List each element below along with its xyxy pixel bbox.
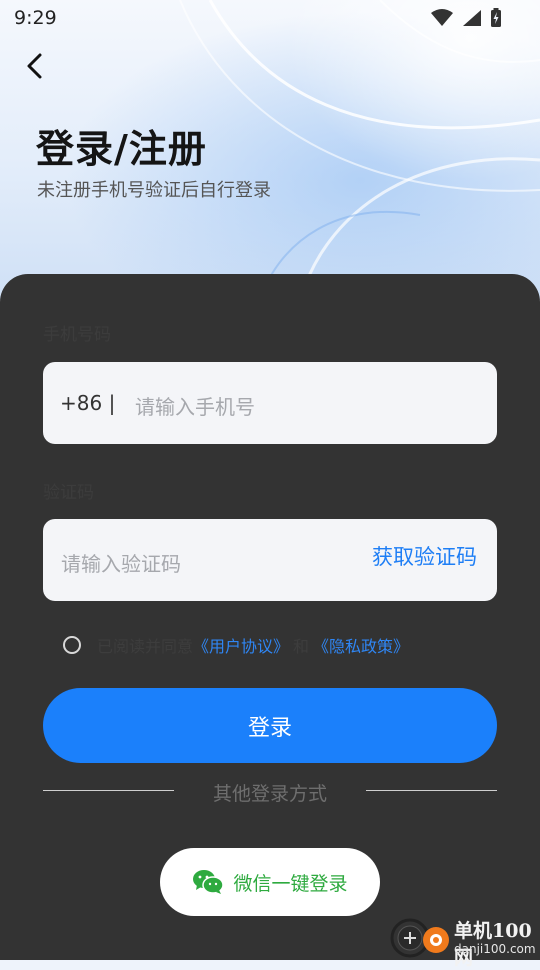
phone-input[interactable]: +86 | 请输入手机号 [43,362,497,444]
other-login-label: 其他登录方式 [212,783,327,805]
agreement-text: 已阅读并同意 [97,637,194,656]
code-input[interactable]: 请输入验证码 获取验证码 [43,519,497,601]
watermark-url: danji100.com [454,942,536,956]
watermark: 单机100网 danji100.com [388,912,540,969]
page-subtitle: 未注册手机号验证后自行登录 [37,180,271,201]
back-button[interactable] [20,50,52,82]
login-button[interactable]: 登录 [43,688,497,763]
signal-icon [463,10,481,26]
page-title: 登录/注册 [36,127,207,171]
wechat-login-button[interactable]: 微信一键登录 [160,848,380,916]
watermark-logo-icon [390,918,449,958]
wifi-icon [431,9,453,26]
status-icons [430,8,502,28]
agreement-checkbox[interactable] [63,636,81,654]
agreement-row: 已阅读并同意 《用户协议》 和 《隐私政策》 [63,634,409,656]
back-arrow-icon [27,53,42,79]
status-bar: 9:29 [0,0,540,36]
divider-right [366,790,497,791]
wechat-icon [193,870,225,894]
code-placeholder: 请输入验证码 [61,552,181,576]
wechat-login-label: 微信一键登录 [233,872,348,895]
agreement-and: 和 [293,637,310,656]
phone-label: 手机号码 [43,325,111,345]
country-code-prefix: +86 | [60,391,116,415]
phone-placeholder: 请输入手机号 [135,395,255,419]
status-time: 9:29 [14,7,57,29]
code-label: 验证码 [43,483,94,503]
get-code-button[interactable]: 获取验证码 [372,541,477,571]
battery-charging-icon [491,8,501,27]
privacy-policy-link[interactable]: 《隐私政策》 [313,633,409,657]
user-agreement-link[interactable]: 《用户协议》 [193,633,289,657]
